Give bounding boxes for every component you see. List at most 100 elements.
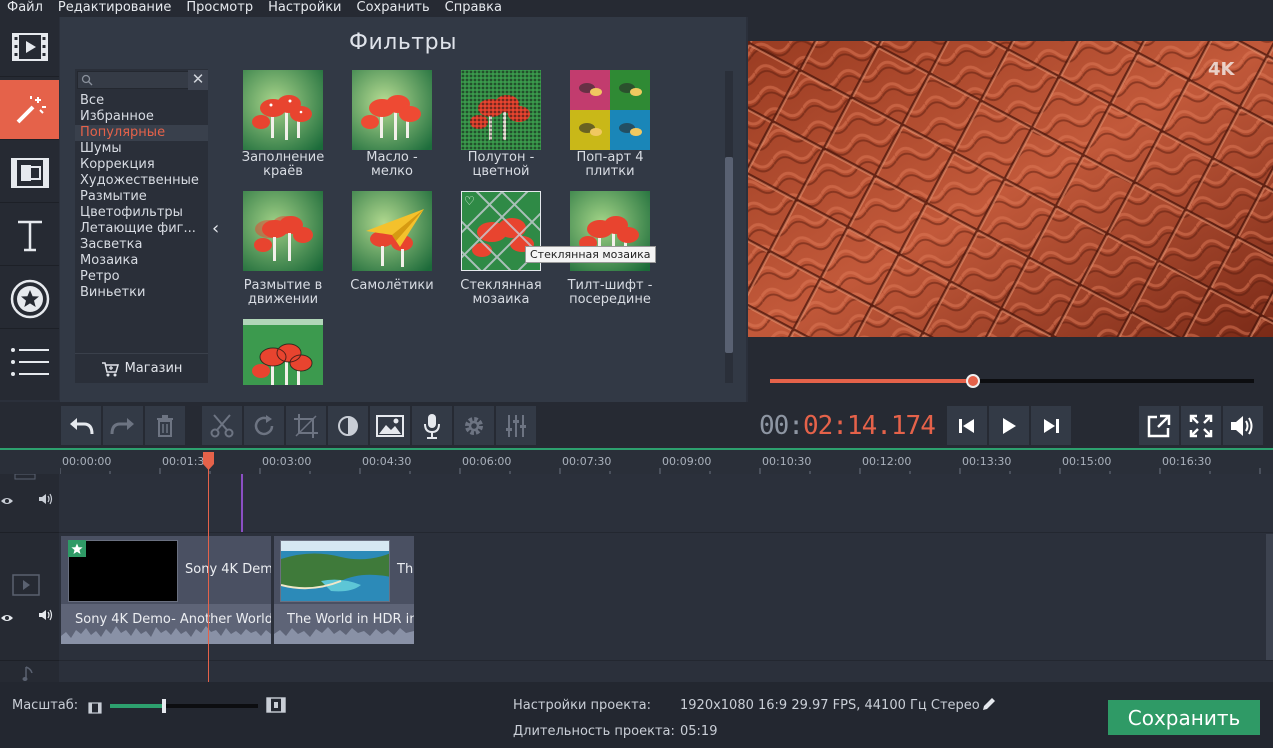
preview-progress-slider[interactable] <box>770 374 1254 388</box>
filter-thumb-paper-planes[interactable] <box>352 191 432 271</box>
sidebar-more-button[interactable] <box>0 332 59 392</box>
menu-file[interactable]: Файл <box>0 0 51 17</box>
category-noise[interactable]: Шумы <box>80 141 202 157</box>
filter-thumb-halftone-color[interactable] <box>461 70 541 150</box>
category-vignettes[interactable]: Виньетки <box>80 285 202 301</box>
menu-save[interactable]: Сохранить <box>350 0 438 17</box>
save-button[interactable]: Сохранить <box>1108 700 1260 735</box>
shop-button[interactable]: Магазин <box>75 353 208 383</box>
video-clip-2[interactable]: Th The World in HDR in <box>274 536 414 644</box>
sidebar-filters-button[interactable] <box>0 80 59 140</box>
filters-title: Фильтры <box>349 30 457 55</box>
sidebar-titles-button[interactable] <box>0 206 59 266</box>
category-all[interactable]: Все <box>80 93 202 109</box>
timecode-hours: 00: <box>759 411 804 441</box>
video-visibility-toggle[interactable] <box>0 608 14 621</box>
playhead-handle[interactable] <box>203 452 214 470</box>
skip-forward-button[interactable] <box>1031 406 1071 445</box>
delete-button[interactable] <box>145 406 185 445</box>
menu-help[interactable]: Справка <box>438 0 510 17</box>
clear-search-button[interactable]: ✕ <box>188 70 208 90</box>
volume-icon <box>1231 415 1253 436</box>
category-panel: ✕ Все Избранное Популярные Шумы Коррекци… <box>75 69 208 383</box>
timeline-scrollbar[interactable] <box>1266 534 1273 660</box>
zoom-in-button[interactable] <box>266 697 288 713</box>
collapse-categories-button[interactable]: ‹ <box>212 219 226 239</box>
filter-label-line2: движении <box>247 292 319 307</box>
category-favorites[interactable]: Избранное <box>80 109 202 125</box>
scale-slider[interactable] <box>110 699 258 713</box>
export-preview-button[interactable] <box>1139 406 1179 445</box>
text-icon <box>17 220 42 251</box>
ruler-tick: 00:10:30 <box>762 455 812 468</box>
filter-thumb-edge-fill[interactable] <box>243 70 323 150</box>
filters-scrollbar[interactable] <box>725 71 733 383</box>
play-button[interactable] <box>989 406 1029 445</box>
category-flying-objects[interactable]: Летающие фиг... <box>80 221 202 237</box>
clip-settings-button[interactable] <box>454 406 494 445</box>
filter-label-line1: Полутон - <box>467 150 535 165</box>
edit-settings-button[interactable] <box>981 696 999 714</box>
menu-edit[interactable]: Редактирование <box>51 0 179 17</box>
filter-thumb-motion-blur[interactable] <box>243 191 323 271</box>
image-button[interactable] <box>370 406 410 445</box>
filter-thumb-oil-small[interactable] <box>352 70 432 150</box>
cut-button[interactable] <box>202 406 242 445</box>
scrollbar-thumb[interactable] <box>725 157 733 353</box>
overlay-track-icon <box>14 474 36 480</box>
rotate-button[interactable] <box>244 406 284 445</box>
ruler-tick: 00:07:30 <box>562 455 612 468</box>
zoom-out-button[interactable] <box>88 699 104 714</box>
record-audio-button[interactable] <box>412 406 452 445</box>
timeline-ruler[interactable]: 00:00:00 00:01:30 00:03:00 00:04:30 00:0… <box>0 448 1273 474</box>
menu-settings[interactable]: Настройки <box>261 0 349 17</box>
video-preview[interactable]: 4K <box>748 41 1273 337</box>
filter-label-line2: посередине <box>569 292 651 307</box>
menu-view[interactable]: Просмотр <box>179 0 261 17</box>
clip-title: Sony 4K Dem <box>185 562 271 577</box>
ruler-tick: 00:13:30 <box>962 455 1012 468</box>
category-mosaic[interactable]: Мозаика <box>80 253 202 269</box>
category-retro[interactable]: Ретро <box>80 269 202 285</box>
filter-label-line1: Масло - <box>366 150 418 165</box>
timeline-tracks[interactable]: Sony 4K Dem Sony 4K Demo- Another World.… <box>0 474 1273 682</box>
category-popular[interactable]: Популярные <box>75 125 208 141</box>
progress-handle[interactable] <box>966 374 980 388</box>
overlay-mute-toggle[interactable] <box>38 490 54 505</box>
menu-bar: Файл Редактирование Просмотр Настройки С… <box>0 0 1273 17</box>
sidebar-stickers-button[interactable] <box>0 269 59 329</box>
fullscreen-button[interactable] <box>1181 406 1221 445</box>
category-artistic[interactable]: Художественные <box>80 173 202 189</box>
filter-label: Полутон - цветной <box>446 151 556 179</box>
equalizer-button[interactable] <box>496 406 536 445</box>
external-window-icon <box>1147 414 1171 437</box>
eye-icon <box>1 498 13 504</box>
video-clip-1[interactable]: Sony 4K Dem Sony 4K Demo- Another World. <box>61 536 271 644</box>
redo-button[interactable] <box>103 406 143 445</box>
rotate-icon <box>254 414 274 435</box>
audio-clip-title: Sony 4K Demo- Another World. <box>75 612 271 627</box>
speaker-icon <box>39 609 53 621</box>
category-color-filters[interactable]: Цветофильтры <box>80 205 202 221</box>
volume-button[interactable] <box>1223 406 1263 445</box>
video-mute-toggle[interactable] <box>38 606 54 621</box>
sidebar-transitions-button[interactable] <box>0 143 59 203</box>
category-light-leaks[interactable]: Засветка <box>80 237 202 253</box>
sidebar-import-button[interactable] <box>0 17 59 77</box>
color-adjust-button[interactable] <box>328 406 368 445</box>
project-settings-value: 1920x1080 16:9 29.97 FPS, 44100 Гц Стере… <box>680 698 980 713</box>
category-blur[interactable]: Размытие <box>80 189 202 205</box>
category-correction[interactable]: Коррекция <box>80 157 202 173</box>
filter-search-input[interactable]: ✕ <box>77 70 208 90</box>
filter-thumb-extra[interactable] <box>243 319 323 385</box>
close-icon: ✕ <box>191 70 205 88</box>
favorite-heart-button[interactable]: ♡ <box>464 194 480 208</box>
skip-back-button[interactable] <box>947 406 987 445</box>
scale-handle[interactable] <box>162 699 166 713</box>
overlay-marker <box>241 474 243 532</box>
overlay-visibility-toggle[interactable] <box>0 491 14 504</box>
crop-button[interactable] <box>286 406 326 445</box>
undo-button[interactable] <box>61 406 101 445</box>
filter-thumb-pop-art-4[interactable] <box>570 70 650 150</box>
speaker-icon <box>39 493 53 505</box>
